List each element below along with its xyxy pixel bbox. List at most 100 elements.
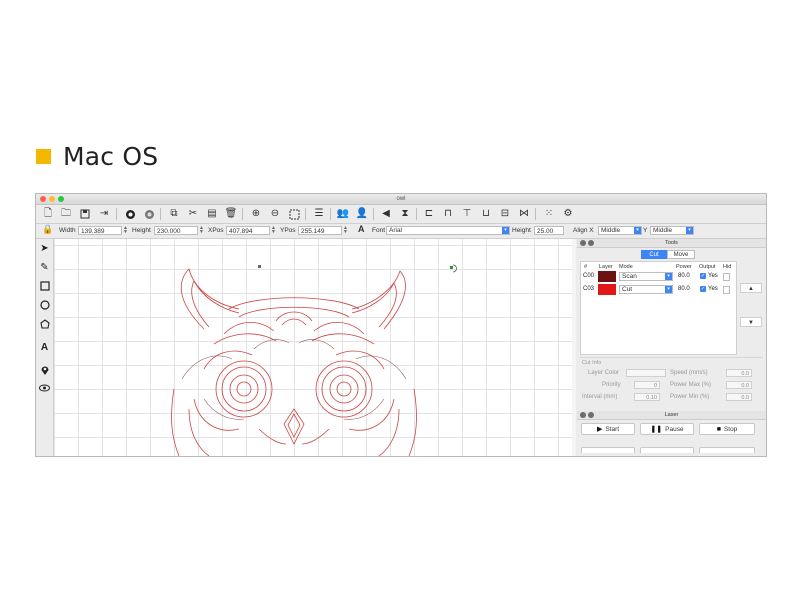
align-bottom-icon[interactable]: ⊔ [480, 208, 492, 220]
flip-horizontal-icon[interactable]: ◀ [380, 208, 392, 220]
hide-checkbox[interactable] [723, 273, 730, 281]
width-label: Width [59, 227, 76, 234]
select-frame-icon[interactable] [288, 208, 300, 220]
align-left-icon[interactable]: ⊏ [423, 208, 435, 220]
text-tool-icon[interactable]: A [39, 342, 50, 353]
circle-gray-icon[interactable] [143, 208, 155, 220]
selection-handle[interactable] [258, 265, 261, 268]
text-icon[interactable]: A [358, 225, 365, 234]
position-pin-icon[interactable] [39, 365, 50, 376]
ypos-stepper[interactable]: ▲ ▼ [343, 226, 348, 235]
copy-icon[interactable]: ⧉ [168, 208, 180, 220]
interval-label: Interval (mm) [582, 394, 618, 400]
stop-button[interactable]: ■ Stop [699, 423, 755, 435]
drawing-tools: ➤ ✎ A [36, 239, 54, 456]
cut-info-group: Cut Info Layer Color Speed (mm/s) 0.0 Pr… [580, 357, 763, 403]
ellipse-icon[interactable] [39, 300, 50, 311]
link-icon[interactable]: ⋈ [518, 208, 530, 220]
properties-bar: 🔒 Width 139.389 ▲ ▼ Height 230.000 ▲ ▼ XPo… [36, 224, 766, 239]
chevron-down-icon: ▾ [502, 227, 509, 234]
float-icon[interactable] [588, 240, 594, 246]
output-checkbox[interactable]: ✓ [700, 273, 706, 279]
hide-checkbox[interactable] [723, 286, 730, 294]
open-folder-icon[interactable]: 🗀 [60, 208, 72, 220]
laser-panel-header: Laser [577, 411, 766, 420]
tab-move[interactable]: Move [667, 250, 695, 259]
group-icon[interactable]: 👥 [337, 208, 349, 220]
canvas-scrollbar[interactable] [572, 239, 576, 456]
polygon-icon[interactable] [39, 319, 50, 330]
ypos-field[interactable]: 255.149 [298, 226, 342, 235]
font-select[interactable]: Arial ▾ [386, 226, 510, 235]
selection-handle[interactable] [450, 266, 453, 269]
chevron-down-icon: ▾ [665, 273, 672, 280]
align-x-value: Middle [601, 227, 621, 234]
design-canvas[interactable] [54, 239, 576, 456]
height-field[interactable]: 230.000 [154, 226, 198, 235]
speed-field[interactable]: 0.0 [726, 369, 752, 377]
pause-button[interactable]: ❚❚ Pause [640, 423, 694, 435]
priority-field[interactable]: 0 [634, 381, 660, 389]
cut-icon[interactable]: ✂ [187, 208, 199, 220]
mode-select[interactable]: Scan ▾ [619, 272, 673, 281]
gear-icon[interactable]: ⚙ [562, 208, 574, 220]
lock-icon[interactable]: 🔒 [42, 225, 53, 234]
xpos-stepper[interactable]: ▲ ▼ [271, 226, 276, 235]
width-field[interactable]: 139.389 [78, 226, 122, 235]
circle-filled-icon[interactable] [124, 208, 136, 220]
list-icon[interactable]: ☰ [313, 208, 325, 220]
align-top-icon[interactable]: ⊓ [442, 208, 454, 220]
layer-color-field[interactable] [626, 369, 666, 377]
window-title: owl [396, 196, 406, 202]
power-max-field[interactable]: 0.0 [726, 381, 752, 389]
paste-icon[interactable]: ▤ [206, 208, 218, 220]
export-icon[interactable]: ⇥ [98, 208, 110, 220]
move-layer-down-button[interactable]: ▼ [740, 317, 762, 327]
save-icon[interactable] [79, 208, 91, 220]
layer-color-swatch[interactable] [598, 271, 616, 282]
laser-more-buttons [581, 441, 755, 453]
delete-icon[interactable]: 🗑 [225, 208, 238, 220]
layer-table: # Layer Mode Power Output Hid C00 Scan ▾ … [580, 261, 737, 355]
mode-value: Cut [622, 286, 633, 293]
xpos-field[interactable]: 407.894 [226, 226, 270, 235]
font-label: Font [372, 227, 386, 234]
interval-field[interactable]: 0.10 [634, 393, 660, 401]
cut-info-title: Cut Info [582, 360, 602, 366]
chevron-down-icon: ▾ [634, 227, 641, 234]
layer-color-swatch[interactable] [598, 284, 616, 295]
align-center-icon[interactable]: ⊤ [461, 208, 473, 220]
align-x-select[interactable]: Middle ▾ [598, 226, 642, 235]
mirror-icon[interactable]: ⧗ [399, 208, 411, 220]
user-icon[interactable]: 👤 [356, 208, 368, 220]
width-stepper[interactable]: ▲ ▼ [123, 226, 128, 235]
owl-artwork[interactable] [54, 239, 576, 456]
grid-icon[interactable]: ⁙ [543, 208, 555, 220]
pencil-icon[interactable]: ✎ [39, 262, 50, 273]
distribute-icon[interactable]: ⊟ [499, 208, 511, 220]
new-file-icon[interactable]: 🗋 [42, 208, 54, 220]
float-icon[interactable] [588, 412, 594, 418]
zoom-in-icon[interactable]: ⊕ [250, 208, 262, 220]
eye-icon[interactable] [39, 384, 50, 395]
rotate-handle[interactable] [452, 264, 457, 273]
frame-button[interactable] [581, 447, 635, 453]
start-button[interactable]: ▶ Start [581, 423, 635, 435]
close-icon[interactable] [580, 240, 586, 246]
align-y-select[interactable]: Middle ▾ [650, 226, 694, 235]
rectangle-icon[interactable] [39, 281, 50, 292]
start-label: Start [605, 426, 620, 433]
tab-cut[interactable]: Cut [641, 250, 667, 259]
height-stepper[interactable]: ▲ ▼ [199, 226, 204, 235]
origin-button[interactable] [699, 447, 755, 453]
move-button[interactable] [640, 447, 694, 453]
text-height-field[interactable]: 25.00 [534, 226, 564, 235]
close-icon[interactable] [580, 412, 586, 418]
pointer-icon[interactable]: ➤ [39, 243, 50, 254]
zoom-out-icon[interactable]: ⊖ [269, 208, 281, 220]
output-checkbox[interactable]: ✓ [700, 286, 706, 292]
mode-select[interactable]: Cut ▾ [619, 285, 673, 294]
power-min-field[interactable]: 0.0 [726, 393, 752, 401]
move-layer-up-button[interactable]: ▲ [740, 283, 762, 293]
align-x-label: Align X [573, 227, 594, 234]
